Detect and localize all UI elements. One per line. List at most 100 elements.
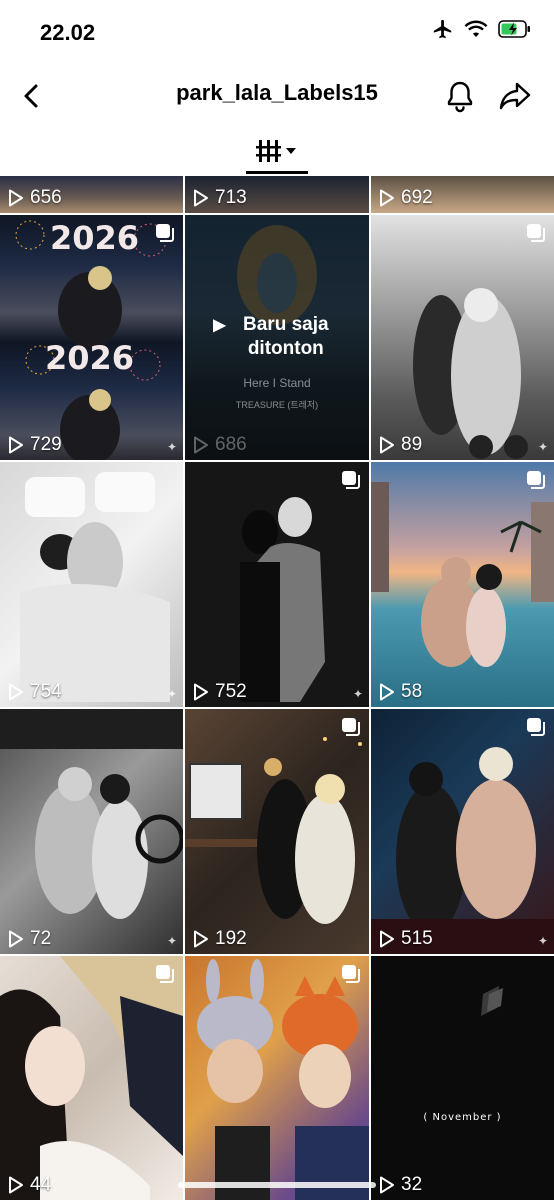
play-icon bbox=[380, 1176, 394, 1194]
battery-charging-icon bbox=[498, 20, 530, 38]
play-count-value: 44 bbox=[30, 1174, 52, 1195]
video-thumbnail[interactable]: 44 bbox=[0, 956, 183, 1200]
multi-photo-icon bbox=[342, 718, 360, 736]
share-button[interactable] bbox=[498, 78, 532, 114]
sparkle-icon: ✦ bbox=[166, 687, 177, 701]
play-count: 58 bbox=[379, 681, 422, 703]
active-tab-underline bbox=[246, 171, 308, 174]
video-thumbnail[interactable]: 754 ✦ bbox=[0, 462, 183, 707]
play-count-value: 72 bbox=[30, 928, 52, 949]
play-count: 656 bbox=[8, 187, 62, 209]
multi-photo-icon bbox=[342, 471, 360, 489]
multi-photo-icon bbox=[156, 965, 174, 983]
play-count: 72 bbox=[8, 928, 51, 950]
play-icon bbox=[380, 436, 394, 454]
couple-closeup-image bbox=[0, 956, 183, 1200]
bell-icon bbox=[447, 81, 473, 113]
image-text: 2026 bbox=[45, 339, 135, 377]
airplane-icon bbox=[433, 19, 452, 39]
play-count-value: 713 bbox=[215, 187, 247, 208]
dark-title-image bbox=[481, 986, 503, 1016]
grid-view-icon bbox=[256, 140, 296, 162]
home-indicator[interactable] bbox=[178, 1182, 376, 1188]
play-icon: ▶ bbox=[213, 317, 226, 334]
multi-photo-icon bbox=[527, 224, 545, 242]
play-icon bbox=[380, 189, 394, 207]
play-icon bbox=[194, 930, 208, 948]
video-thumbnail[interactable]: 58 bbox=[371, 462, 554, 707]
play-count: 89 bbox=[379, 434, 422, 456]
play-count-value: 729 bbox=[30, 434, 62, 455]
play-count: 752 bbox=[193, 681, 247, 703]
play-icon bbox=[380, 930, 394, 948]
sparkle-icon: ✦ bbox=[166, 934, 177, 948]
play-count: 692 bbox=[379, 187, 433, 209]
bed-photo-image bbox=[20, 472, 170, 702]
desk-photo-image bbox=[185, 727, 362, 924]
sparkle-icon: ✦ bbox=[352, 687, 363, 701]
video-thumbnail[interactable] bbox=[185, 956, 369, 1200]
image-text: ( November ) bbox=[423, 1112, 502, 1123]
play-count-value: 515 bbox=[401, 928, 433, 949]
play-count: 192 bbox=[193, 928, 247, 950]
play-icon bbox=[9, 1176, 23, 1194]
play-count: 44 bbox=[8, 1174, 51, 1196]
video-thumbnail[interactable]: 89 ✦ bbox=[371, 215, 554, 460]
sparkle-icon: ✦ bbox=[537, 934, 548, 948]
play-icon bbox=[9, 930, 23, 948]
play-count: 713 bbox=[193, 187, 247, 209]
video-grid: 656 713 692 2026 2026 729 ✦ ▶ Baru saja … bbox=[0, 176, 554, 1200]
video-thumbnail[interactable]: ( November ) 32 bbox=[371, 956, 554, 1200]
video-thumbnail[interactable]: 72 ✦ bbox=[0, 709, 183, 954]
play-count-value: 58 bbox=[401, 681, 423, 702]
song-artist: TREASURE (트레저) bbox=[235, 400, 319, 410]
multi-photo-icon bbox=[342, 965, 360, 983]
play-icon bbox=[9, 683, 23, 701]
video-thumbnail[interactable]: 752 ✦ bbox=[185, 462, 369, 707]
image-text: 2026 bbox=[50, 219, 140, 257]
multi-photo-icon bbox=[527, 471, 545, 489]
notifications-button[interactable] bbox=[444, 78, 476, 114]
multi-photo-icon bbox=[527, 718, 545, 736]
video-thumbnail[interactable]: 2026 2026 729 ✦ bbox=[0, 215, 183, 460]
play-count-value: 32 bbox=[401, 1174, 423, 1195]
status-icons bbox=[432, 18, 532, 40]
play-count-value: 656 bbox=[30, 187, 62, 208]
profile-header: park_lala_Labels15 bbox=[0, 66, 554, 126]
song-info: Here I Stand TREASURE (트레저) bbox=[185, 375, 369, 413]
video-thumbnail[interactable]: 656 bbox=[0, 176, 183, 213]
play-count: 754 bbox=[8, 681, 62, 703]
song-title: Here I Stand bbox=[243, 376, 311, 390]
wifi-icon bbox=[464, 20, 488, 37]
car-night-photo-image bbox=[371, 747, 554, 954]
play-count: 515 bbox=[379, 928, 433, 950]
play-icon bbox=[380, 683, 394, 701]
gym-photo-image bbox=[413, 288, 528, 459]
play-count: 686 bbox=[193, 434, 247, 456]
play-count-value: 686 bbox=[215, 434, 247, 455]
status-bar: 22.02 bbox=[0, 0, 554, 66]
video-thumbnail[interactable]: 192 bbox=[185, 709, 369, 954]
play-icon bbox=[9, 436, 23, 454]
play-icon bbox=[194, 189, 208, 207]
status-time: 22.02 bbox=[40, 20, 96, 45]
play-count-value: 752 bbox=[215, 681, 247, 702]
play-count: 32 bbox=[379, 1174, 422, 1196]
play-count-value: 192 bbox=[215, 928, 247, 949]
video-thumbnail[interactable]: 515 ✦ bbox=[371, 709, 554, 954]
sparkle-icon: ✦ bbox=[537, 440, 548, 454]
car-photo-image bbox=[0, 709, 183, 919]
share-arrow-icon bbox=[499, 82, 531, 110]
pool-photo-image bbox=[371, 482, 554, 667]
play-count-value: 692 bbox=[401, 187, 433, 208]
play-count: 729 bbox=[8, 434, 62, 456]
play-count-value: 89 bbox=[401, 434, 423, 455]
video-thumbnail[interactable]: 713 bbox=[185, 176, 369, 213]
sparkle-icon: ✦ bbox=[166, 440, 177, 454]
play-icon bbox=[9, 189, 23, 207]
video-thumbnail[interactable]: 692 bbox=[371, 176, 554, 213]
play-icon bbox=[194, 436, 208, 454]
couple-photo-image bbox=[240, 497, 325, 702]
video-thumbnail[interactable]: ▶ Baru saja ditonton Here I Stand TREASU… bbox=[185, 215, 369, 460]
grid-view-toggle[interactable] bbox=[246, 130, 308, 174]
